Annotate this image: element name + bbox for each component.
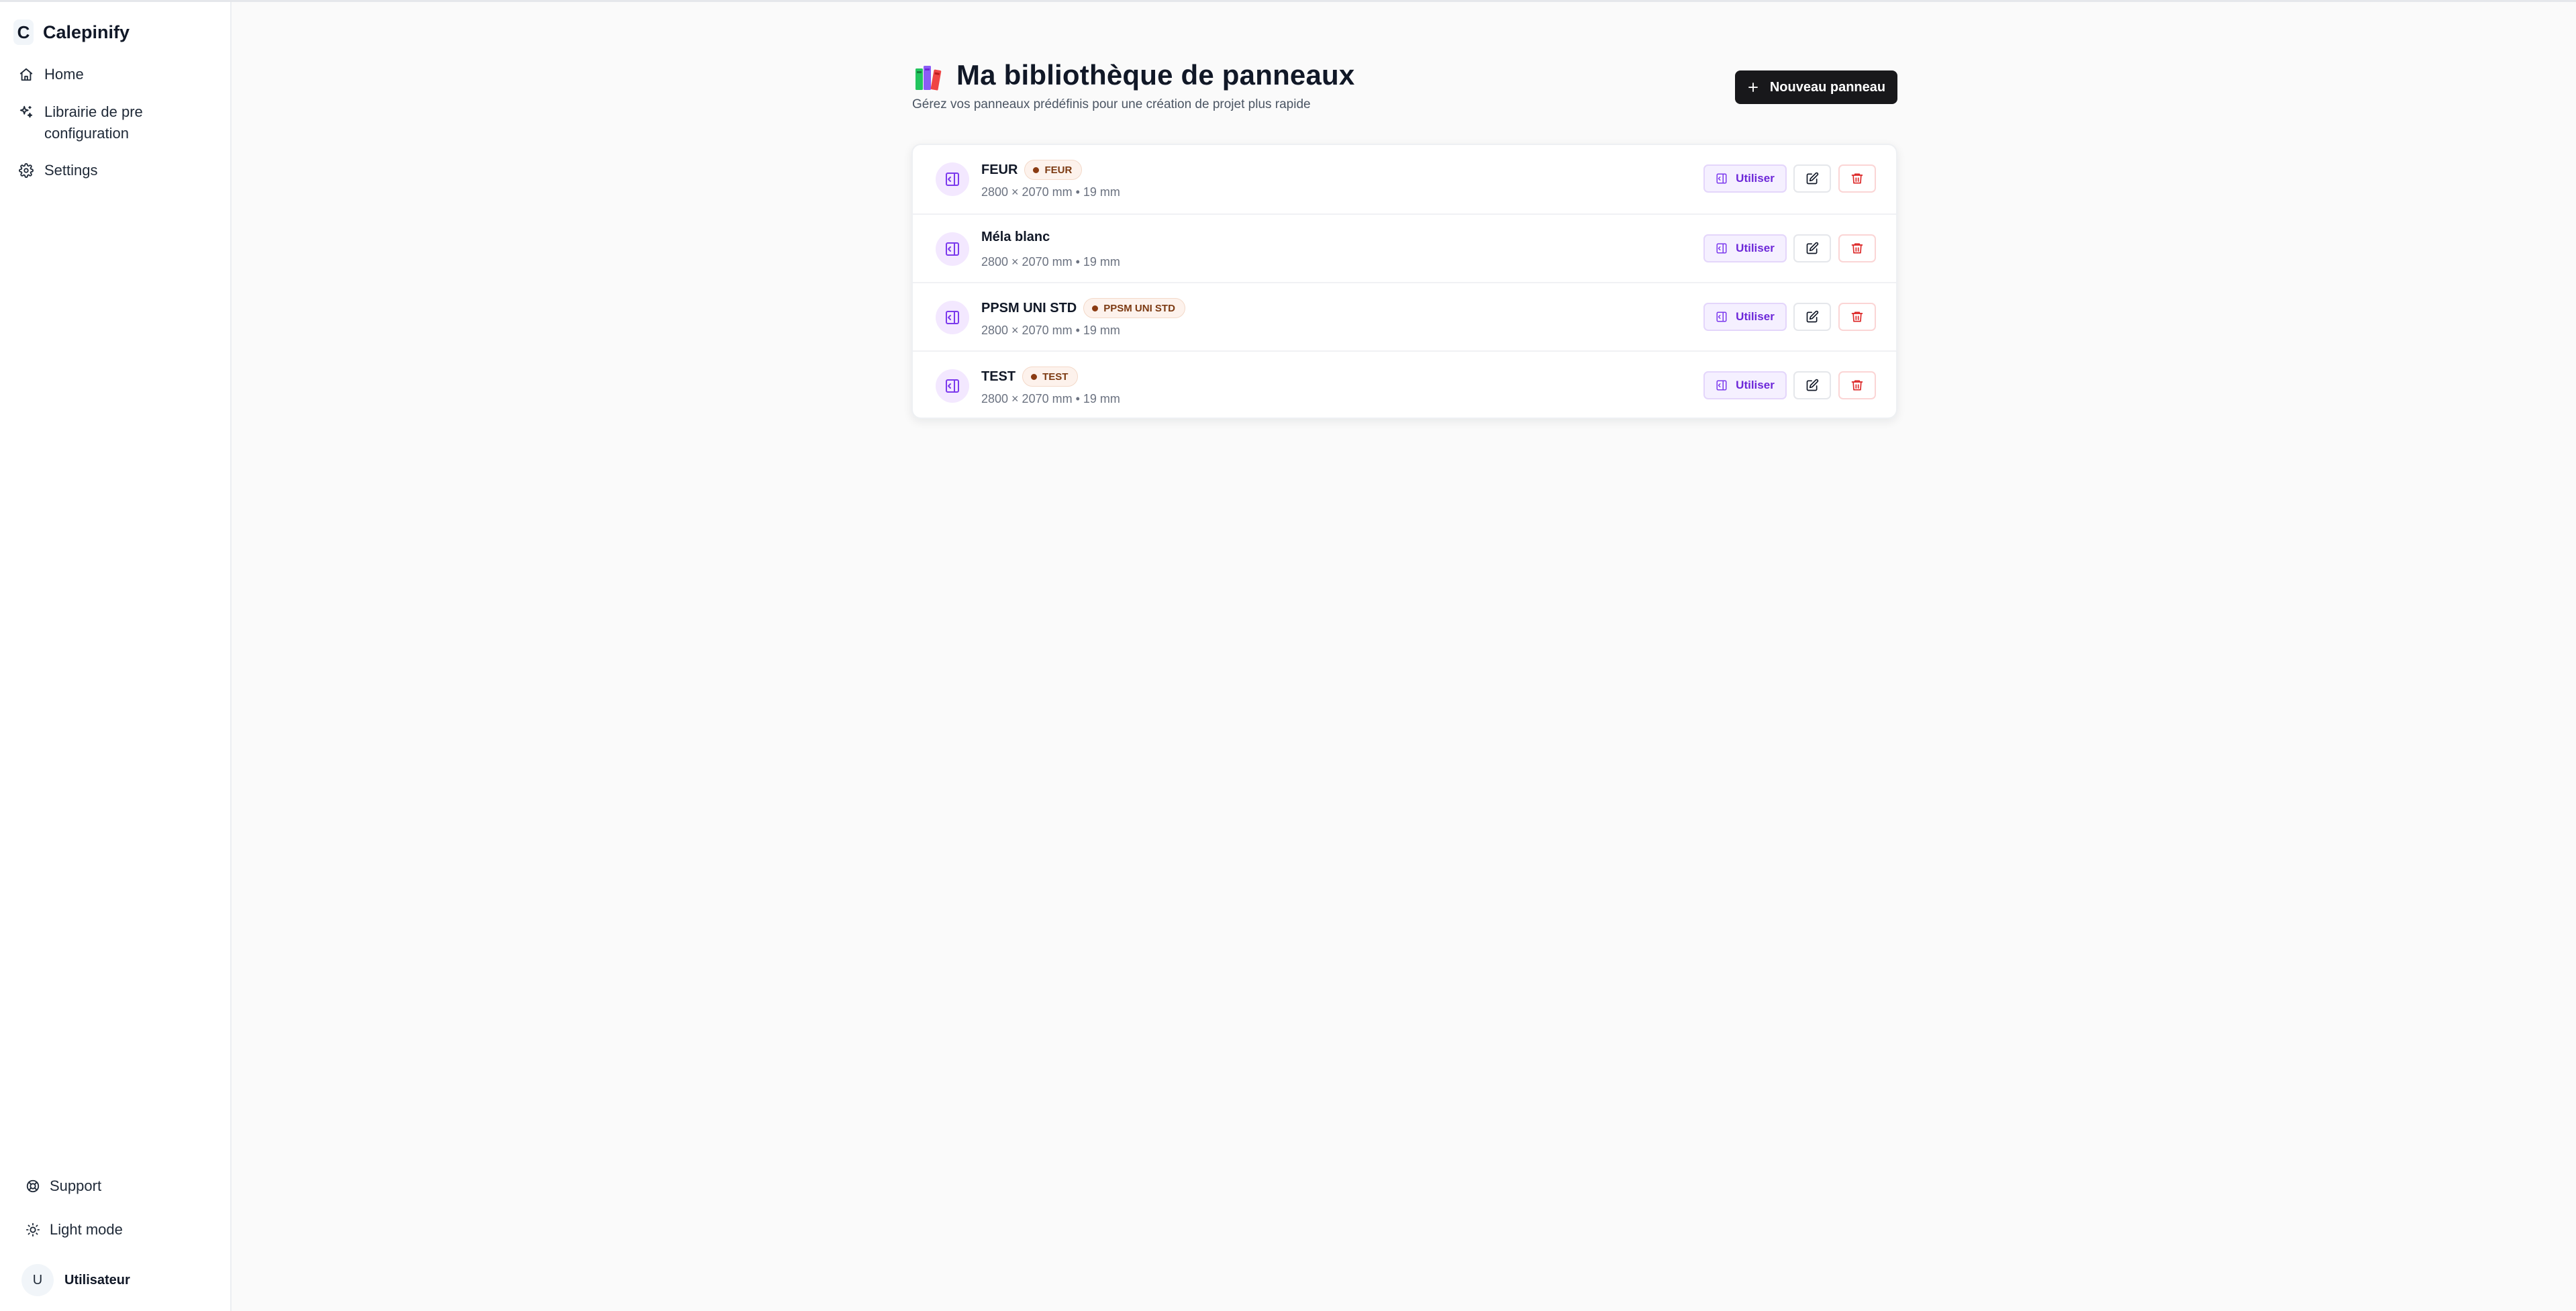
delete-panel-button[interactable] xyxy=(1838,371,1876,399)
tag-label: PPSM UNI STD xyxy=(1103,302,1175,314)
page-title: Ma bibliothèque de panneaux xyxy=(956,59,1355,91)
sidebar: C Calepinify Home Librairie de pre confi… xyxy=(0,2,232,1311)
theme-toggle-label: Light mode xyxy=(50,1221,123,1238)
edit-icon xyxy=(1806,172,1819,185)
panel-icon-wrapper xyxy=(936,369,969,403)
panel-icon xyxy=(1716,311,1727,322)
panel-name: Méla blanc xyxy=(981,230,1050,244)
books-emoji-icon xyxy=(915,66,942,91)
support-label: Support xyxy=(50,1177,102,1194)
use-panel-label: Utiliser xyxy=(1736,310,1775,323)
panel-dimensions: 2800 × 2070 mm • 19 mm xyxy=(981,185,1120,199)
brand-name: Calepinify xyxy=(43,21,130,42)
edit-icon xyxy=(1806,242,1819,254)
sidebar-item-library[interactable]: Librairie de pre configuration xyxy=(19,101,172,144)
panel-icon-wrapper xyxy=(936,232,969,266)
panel-title-wrap: Méla blanc xyxy=(981,230,1050,245)
avatar: U xyxy=(21,1264,54,1296)
edit-icon xyxy=(1806,379,1819,391)
sparkles-icon xyxy=(19,105,33,118)
panel-title-wrap: TEST TEST xyxy=(981,367,1079,387)
sun-icon xyxy=(26,1222,40,1237)
panel-icon xyxy=(946,379,959,393)
use-panel-button[interactable]: Utiliser xyxy=(1703,303,1787,331)
edit-icon xyxy=(1806,310,1819,323)
page-subtitle: Gérez vos panneaux prédéfinis pour une c… xyxy=(912,97,1311,111)
edit-panel-button[interactable] xyxy=(1793,371,1831,399)
panel-dimensions: 2800 × 2070 mm • 19 mm xyxy=(981,324,1120,337)
delete-panel-button[interactable] xyxy=(1838,234,1876,262)
panel-row: FEUR FEUR 2800 × 2070 mm • 19 mm Utilise… xyxy=(913,145,1896,213)
new-panel-label: Nouveau panneau xyxy=(1769,79,1886,95)
panel-name: FEUR xyxy=(981,162,1018,177)
panel-title-wrap: PPSM UNI STD PPSM UNI STD xyxy=(981,298,1185,318)
tag-dot xyxy=(1031,373,1038,380)
panel-tag: PPSM UNI STD xyxy=(1083,298,1185,318)
panel-title-wrap: FEUR FEUR xyxy=(981,160,1083,180)
theme-toggle[interactable]: Light mode xyxy=(26,1221,123,1239)
panel-icon-wrapper xyxy=(936,301,969,334)
panel-tag: TEST xyxy=(1022,367,1079,387)
sidebar-item-support[interactable]: Support xyxy=(26,1177,101,1195)
panel-tag: FEUR xyxy=(1024,160,1083,180)
brand[interactable]: C Calepinify xyxy=(13,19,130,45)
edit-panel-button[interactable] xyxy=(1793,303,1831,331)
tag-dot xyxy=(1092,305,1099,311)
panel-icon xyxy=(1716,173,1727,184)
edit-panel-button[interactable] xyxy=(1793,234,1831,262)
panel-list: FEUR FEUR 2800 × 2070 mm • 19 mm Utilise… xyxy=(911,144,1897,419)
sidebar-item-label: Settings xyxy=(44,162,98,179)
lifebuoy-icon xyxy=(26,1179,40,1193)
trash-icon xyxy=(1851,311,1863,322)
panel-icon xyxy=(946,242,959,256)
panel-name: TEST xyxy=(981,369,1016,384)
top-border xyxy=(0,0,2576,2)
edit-panel-button[interactable] xyxy=(1793,164,1831,193)
panel-row: PPSM UNI STD PPSM UNI STD 2800 × 2070 mm… xyxy=(913,282,1896,350)
user-name: Utilisateur xyxy=(64,1272,130,1288)
panel-icon xyxy=(1716,380,1727,391)
panel-row: TEST TEST 2800 × 2070 mm • 19 mm Utilise… xyxy=(913,350,1896,419)
sidebar-item-label: Librairie de pre configuration xyxy=(44,103,143,142)
use-panel-label: Utiliser xyxy=(1736,172,1775,185)
tag-label: TEST xyxy=(1042,371,1069,383)
panel-dimensions: 2800 × 2070 mm • 19 mm xyxy=(981,255,1120,269)
panel-icon xyxy=(946,173,959,186)
tag-label: FEUR xyxy=(1044,164,1073,176)
panel-icon xyxy=(946,311,959,324)
panel-name: PPSM UNI STD xyxy=(981,300,1077,315)
panel-row: Méla blanc 2800 × 2070 mm • 19 mm Utilis… xyxy=(913,213,1896,282)
delete-panel-button[interactable] xyxy=(1838,164,1876,193)
panel-icon xyxy=(1716,243,1727,254)
brand-logo: C xyxy=(13,19,34,45)
plus-icon xyxy=(1748,83,1758,92)
trash-icon xyxy=(1851,380,1863,391)
delete-panel-button[interactable] xyxy=(1838,303,1876,331)
use-panel-label: Utiliser xyxy=(1736,242,1775,254)
sidebar-item-home[interactable]: Home xyxy=(19,64,84,85)
panel-icon-wrapper xyxy=(936,162,969,196)
panel-dimensions: 2800 × 2070 mm • 19 mm xyxy=(981,392,1120,405)
trash-icon xyxy=(1851,173,1863,184)
tag-dot xyxy=(1033,166,1040,173)
home-icon xyxy=(19,68,33,81)
use-panel-button[interactable]: Utiliser xyxy=(1703,164,1787,193)
sidebar-item-settings[interactable]: Settings xyxy=(19,160,98,181)
use-panel-label: Utiliser xyxy=(1736,379,1775,391)
sidebar-item-label: Home xyxy=(44,66,84,83)
use-panel-button[interactable]: Utiliser xyxy=(1703,371,1787,399)
gear-icon xyxy=(19,163,34,178)
new-panel-button[interactable]: Nouveau panneau xyxy=(1735,70,1897,104)
use-panel-button[interactable]: Utiliser xyxy=(1703,234,1787,262)
trash-icon xyxy=(1851,243,1863,254)
user-menu[interactable]: U Utilisateur xyxy=(21,1264,130,1296)
